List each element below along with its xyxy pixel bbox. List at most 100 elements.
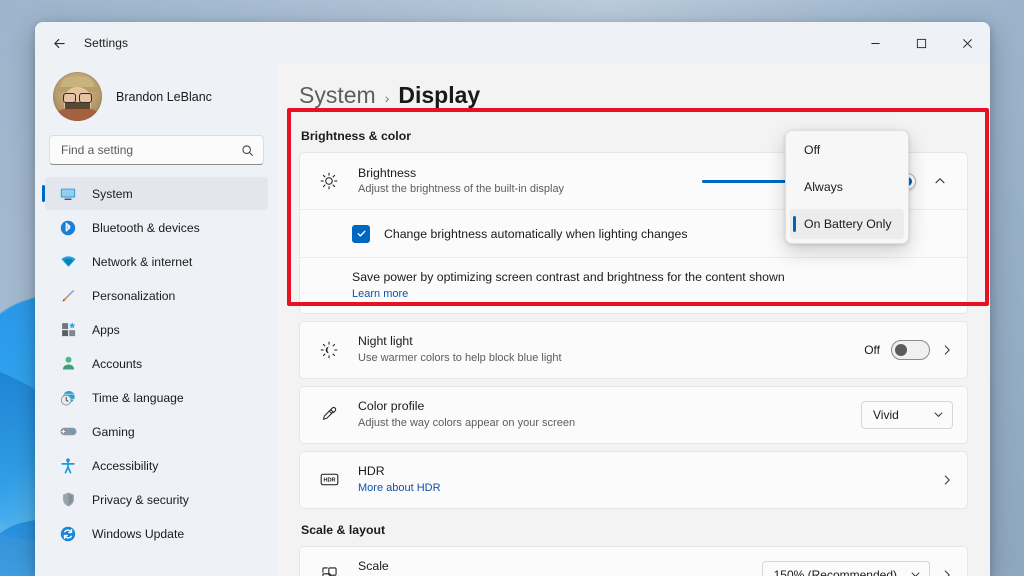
color-profile-subtitle: Adjust the way colors appear on your scr… (358, 417, 576, 430)
hdr-texts: HDR More about HDR (358, 463, 941, 496)
night-light-controls: Off (864, 339, 953, 360)
menu-spacer (790, 165, 904, 172)
window-body: Brandon LeBlanc Find a setting System Bl… (35, 64, 990, 576)
scale-card: Scale Change the size of text, apps, and… (299, 545, 968, 576)
page-title: Display (398, 82, 481, 108)
scale-title: Scale (358, 559, 389, 574)
menu-item-on-battery-only[interactable]: On Battery Only (790, 209, 904, 239)
night-light-toggle[interactable] (891, 339, 930, 360)
night-light-texts: Night light Use warmer colors to help bl… (358, 333, 864, 366)
sidebar-item-personalization[interactable]: Personalization (45, 279, 268, 312)
close-button[interactable] (944, 22, 990, 64)
desktop: Settings Brandon LeBlanc Find a setting … (0, 0, 1024, 576)
sidebar-item-privacy-security[interactable]: Privacy & security (45, 483, 268, 516)
paintbrush-icon (57, 285, 79, 307)
scale-dropdown[interactable]: 150% (Recommended) (761, 560, 930, 576)
hdr-card: HDR HDR More about HDR (299, 450, 968, 509)
window-title: Settings (84, 36, 129, 50)
sidebar-item-system[interactable]: System (42, 177, 268, 210)
sidebar-item-label: System (92, 186, 133, 201)
hdr-title: HDR (358, 464, 385, 479)
scale-value: 150% (Recommended) (773, 567, 897, 576)
gamepad-icon (57, 421, 79, 443)
chevron-right-icon: › (384, 90, 390, 106)
window-controls (852, 22, 990, 64)
scale-icon (316, 562, 342, 576)
profile-name: Brandon LeBlanc (116, 89, 212, 104)
sidebar-item-label: Privacy & security (92, 492, 189, 507)
color-profile-title: Color profile (358, 399, 425, 414)
search-input[interactable] (61, 143, 241, 157)
night-light-title: Night light (358, 334, 413, 349)
search-box[interactable] (49, 135, 264, 165)
scale-texts: Scale Change the size of text, apps, and… (358, 558, 762, 576)
shield-icon (57, 489, 79, 511)
night-light-chevron-right-icon[interactable] (941, 344, 953, 356)
brightness-expander-button[interactable] (927, 168, 953, 194)
back-button[interactable] (44, 28, 74, 58)
menu-item-off[interactable]: Off (790, 135, 904, 165)
breadcrumb: System › Display (299, 64, 968, 125)
section-title-scale-layout: Scale & layout (301, 522, 386, 537)
minimize-button[interactable] (852, 22, 898, 64)
sidebar-item-gaming[interactable]: Gaming (45, 415, 268, 448)
scale-row[interactable]: Scale Change the size of text, apps, and… (300, 547, 967, 576)
accessibility-icon (57, 455, 79, 477)
auto-brightness-label: Change brightness automatically when lig… (384, 226, 688, 241)
monitor-icon (57, 183, 79, 205)
svg-text:HDR: HDR (323, 478, 335, 484)
sidebar-item-apps[interactable]: Apps (45, 313, 268, 346)
night-light-state-label: Off (864, 342, 880, 357)
color-profile-dropdown[interactable]: Vivid (861, 400, 953, 429)
learn-more-link[interactable]: Learn more (352, 287, 953, 302)
maximize-button[interactable] (898, 22, 944, 64)
content-pane: System › Display Brightness & color Brig… (278, 64, 990, 576)
color-profile-card: Color profile Adjust the way colors appe… (299, 385, 968, 444)
avatar (53, 72, 102, 121)
bluetooth-icon (57, 217, 79, 239)
sidebar-item-accessibility[interactable]: Accessibility (45, 449, 268, 482)
sidebar-item-windows-update[interactable]: Windows Update (45, 517, 268, 550)
person-icon (57, 353, 79, 375)
brightness-texts: Brightness Adjust the brightness of the … (358, 165, 702, 198)
content-adaptive-text: Save power by optimizing screen contrast… (352, 270, 785, 284)
sidebar-item-time-language[interactable]: Time & language (45, 381, 268, 414)
user-profile[interactable]: Brandon LeBlanc (45, 64, 268, 133)
sidebar-item-label: Windows Update (92, 526, 185, 541)
sidebar-item-label: Gaming (92, 424, 135, 439)
search-icon (241, 144, 254, 157)
toggle-knob (895, 343, 907, 356)
menu-item-always[interactable]: Always (790, 172, 904, 202)
sidebar-item-label: Accessibility (92, 458, 159, 473)
night-light-row[interactable]: Night light Use warmer colors to help bl… (300, 322, 967, 378)
sidebar-item-accounts[interactable]: Accounts (45, 347, 268, 380)
hdr-chevron-right-icon[interactable] (941, 474, 953, 486)
sidebar-item-label: Apps (92, 322, 120, 337)
update-icon (57, 523, 79, 545)
sidebar-item-label: Personalization (92, 288, 176, 303)
color-profile-controls: Vivid (861, 400, 953, 429)
content-adaptive-row[interactable]: Save power by optimizing screen contrast… (300, 257, 967, 313)
sidebar-item-label: Bluetooth & devices (92, 220, 200, 235)
auto-brightness-checkbox[interactable] (352, 224, 370, 243)
apps-icon (57, 319, 79, 341)
sidebar-item-label: Accounts (92, 356, 143, 371)
scale-chevron-right-icon[interactable] (941, 569, 953, 576)
hdr-row[interactable]: HDR HDR More about HDR (300, 452, 967, 508)
more-about-hdr-link[interactable]: More about HDR (358, 481, 941, 496)
menu-spacer (790, 202, 904, 209)
breadcrumb-parent[interactable]: System (299, 82, 376, 109)
sidebar-item-network-internet[interactable]: Network & internet (45, 245, 268, 278)
eyedropper-icon (316, 402, 342, 428)
night-light-card: Night light Use warmer colors to help bl… (299, 320, 968, 379)
settings-window: Settings Brandon LeBlanc Find a setting … (35, 22, 990, 576)
color-profile-row[interactable]: Color profile Adjust the way colors appe… (300, 387, 967, 443)
sidebar-nav: System Bluetooth & devices Network & int… (42, 177, 268, 550)
sidebar-item-bluetooth-devices[interactable]: Bluetooth & devices (45, 211, 268, 244)
night-light-icon (316, 337, 342, 363)
sidebar-item-label: Network & internet (92, 254, 193, 269)
color-profile-texts: Color profile Adjust the way colors appe… (358, 398, 861, 431)
brightness-subtitle: Adjust the brightness of the built-in di… (358, 183, 565, 196)
sidebar: Brandon LeBlanc Find a setting System Bl… (35, 64, 278, 576)
night-light-subtitle: Use warmer colors to help block blue lig… (358, 352, 562, 365)
